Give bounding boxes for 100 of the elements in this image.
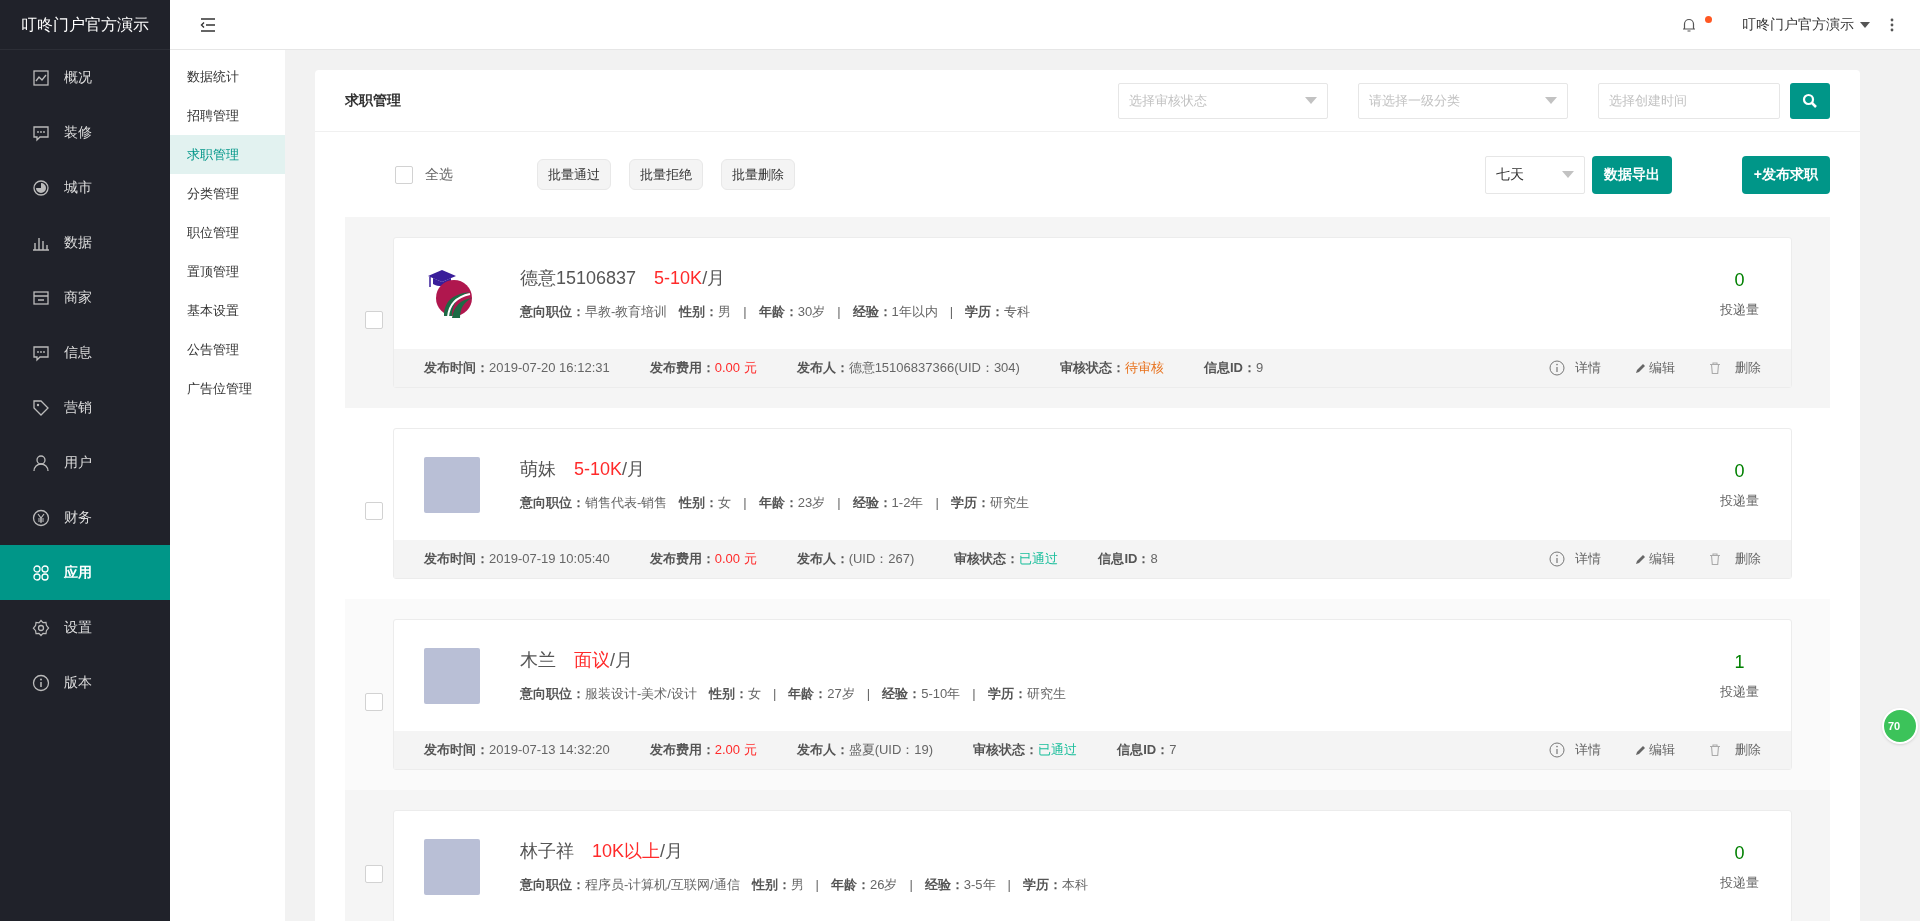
batch-button[interactable]: 批量拒绝	[629, 159, 703, 190]
details-link[interactable]: 详情	[1549, 358, 1601, 378]
nav-item[interactable]: 应用	[0, 545, 170, 600]
nav-item[interactable]: 版本	[0, 655, 170, 710]
trash-icon	[1709, 744, 1721, 756]
more-icon[interactable]	[1890, 17, 1894, 32]
search-button[interactable]	[1790, 82, 1830, 119]
info-id-text: 信息ID：7	[1117, 741, 1177, 760]
checkbox[interactable]	[365, 692, 383, 711]
separator: |	[815, 876, 819, 895]
trash-icon	[1709, 553, 1721, 565]
separator: |	[972, 685, 976, 704]
pencil-icon	[1635, 744, 1647, 756]
nav-item[interactable]: 装修	[0, 105, 170, 160]
caret-icon	[1545, 97, 1557, 104]
field-text: 年龄：26岁	[830, 876, 898, 895]
delete-link[interactable]: 删除	[1709, 740, 1761, 760]
review-status-value: 已通过	[1038, 742, 1078, 758]
date-field[interactable]: 选择创建时间	[1598, 82, 1780, 119]
count-value: 0	[1734, 460, 1745, 484]
nav-item[interactable]: 用户	[0, 435, 170, 490]
fee-text: 发布费用：2.00 元	[649, 741, 757, 760]
sub-menu-item[interactable]: 职位管理	[170, 213, 285, 252]
checkbox[interactable]	[365, 864, 383, 883]
delete-link[interactable]: 删除	[1709, 358, 1761, 378]
separator: |	[743, 303, 747, 322]
publisher-text: 发布人：德意15106837366(UID：304)	[796, 359, 1020, 378]
caret-icon	[1305, 97, 1317, 104]
select-all-label: 全选	[425, 165, 453, 184]
sub-menu-item[interactable]: 基本设置	[170, 291, 285, 330]
menu-icon[interactable]	[200, 17, 216, 32]
settings-icon	[32, 618, 50, 637]
review-status-label: 审核状态：	[973, 742, 1039, 758]
count-label: 投递量	[1720, 301, 1759, 320]
nav-item[interactable]: 信息	[0, 325, 170, 380]
grid-icon	[32, 563, 50, 582]
sub-menu-item[interactable]: 分类管理	[170, 174, 285, 213]
field-text: 学历：专科	[965, 303, 1031, 322]
field-text: 性别：男	[679, 303, 732, 322]
field-text: 年龄：30岁	[758, 303, 826, 322]
salary-text: 5-10K/月	[654, 267, 726, 291]
photo-placeholder	[424, 647, 480, 704]
field-text: 意向职位：销售代表-销售	[520, 494, 668, 513]
nav-item[interactable]: 设置	[0, 600, 170, 655]
field-text: 经验：3-5年	[924, 876, 996, 895]
panel-title: 求职管理	[345, 91, 401, 110]
notification-icon[interactable]	[1681, 16, 1697, 33]
export-button[interactable]: 数据导出	[1591, 155, 1672, 194]
field-text: 性别：女	[708, 685, 761, 704]
tag-icon	[32, 398, 50, 417]
review-status-label: 审核状态：	[1059, 360, 1125, 376]
edit-link[interactable]: 编辑	[1635, 740, 1675, 760]
publisher-text: 发布人：(UID：267)	[796, 550, 915, 569]
separator: |	[772, 685, 777, 704]
nav-item[interactable]: 商家	[0, 270, 170, 325]
chart-frame-icon	[32, 68, 50, 87]
sub-menu-item[interactable]: 数据统计	[170, 57, 285, 96]
photo-placeholder	[424, 838, 480, 895]
field-text: 经验：1-2年	[852, 494, 924, 513]
count-value: 0	[1734, 842, 1745, 866]
nav-item[interactable]: 营销	[0, 380, 170, 435]
details-link[interactable]: 详情	[1549, 740, 1601, 760]
publish-time-text: 发布时间：2019-07-13 14:32:20	[424, 741, 610, 760]
nav-item[interactable]: 财务	[0, 490, 170, 545]
details-link[interactable]: 详情	[1549, 549, 1601, 569]
publish-button[interactable]: +发布求职	[1741, 155, 1830, 194]
edit-link[interactable]: 编辑	[1635, 549, 1675, 569]
info-icon	[1549, 551, 1565, 567]
field-text: 性别：男	[751, 876, 804, 895]
separator: |	[866, 685, 871, 704]
applicant-name: 林子祥	[520, 840, 574, 864]
publish-time-text: 发布时间：2019-07-20 16:12:31	[424, 359, 610, 378]
user-menu[interactable]: 叮咚门户官方演示	[1742, 14, 1870, 35]
checkbox[interactable]	[365, 310, 383, 329]
batch-button[interactable]: 批量通过	[537, 159, 611, 190]
nav-item[interactable]: 城市	[0, 160, 170, 215]
sub-menu-item[interactable]: 置顶管理	[170, 252, 285, 291]
field-text: 年龄：27岁	[788, 685, 855, 704]
field-text: 性别：女	[679, 494, 732, 513]
brand-title: 叮咚门户官方演示	[21, 14, 149, 35]
batch-button[interactable]: 批量删除	[721, 159, 795, 190]
salary-text: 5-10K/月	[574, 458, 646, 482]
period-select[interactable]: 七天	[1484, 155, 1585, 194]
nav-item[interactable]: 数据	[0, 215, 170, 270]
separator: |	[949, 303, 954, 322]
caret-icon	[1860, 21, 1870, 28]
field-text: 年龄：23岁	[758, 494, 826, 513]
sub-menu-item[interactable]: 公告管理	[170, 330, 285, 369]
delete-link[interactable]: 删除	[1709, 549, 1761, 569]
checkbox[interactable]	[395, 165, 413, 184]
edit-link[interactable]: 编辑	[1635, 358, 1675, 378]
field-text: 意向职位：服装设计-美术/设计	[520, 685, 697, 704]
applicant-name: 木兰	[520, 649, 556, 673]
sub-menu-item[interactable]: 招聘管理	[170, 96, 285, 135]
nav-item[interactable]: 概况	[0, 50, 170, 105]
checkbox[interactable]	[365, 501, 383, 520]
sub-menu-item[interactable]: 广告位管理	[170, 369, 285, 408]
field-text: 经验：1年以内	[852, 303, 938, 322]
salary-text: 10K以上/月	[592, 840, 684, 864]
separator: |	[743, 494, 747, 513]
